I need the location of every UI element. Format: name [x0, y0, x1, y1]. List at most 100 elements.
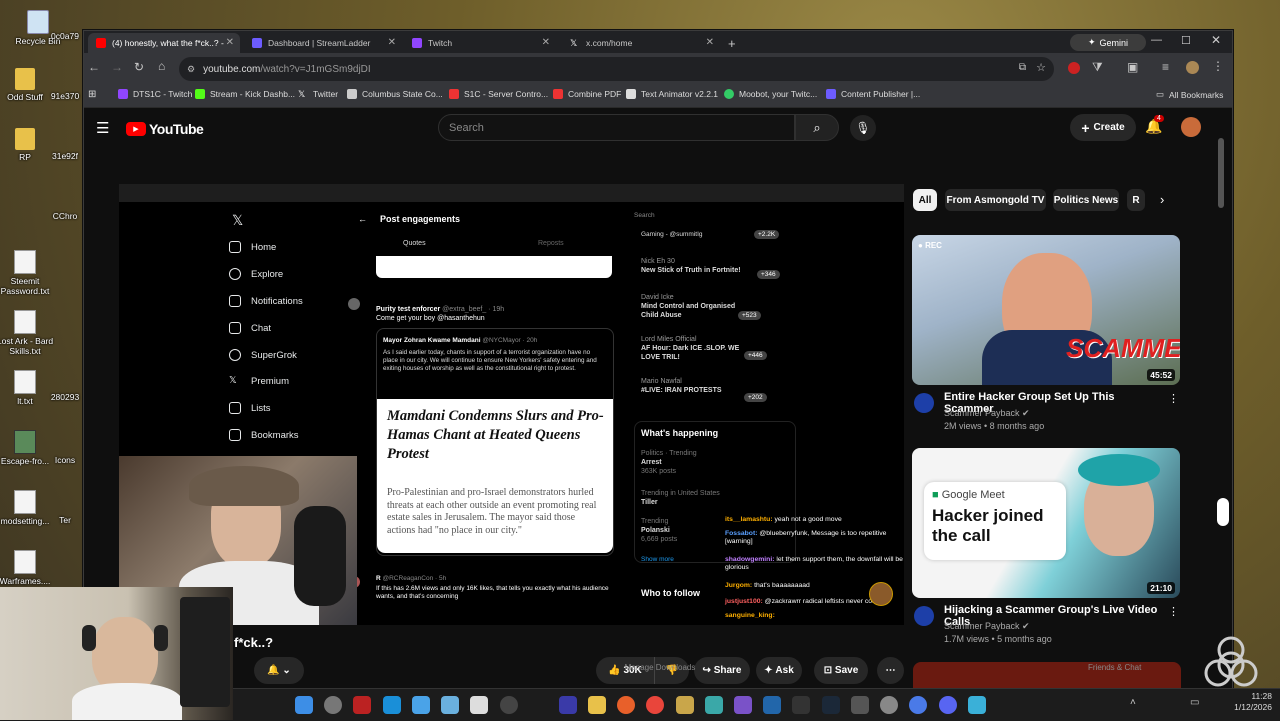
- site-info-icon[interactable]: ⚙: [187, 64, 195, 75]
- app-icon[interactable]: [851, 696, 869, 714]
- photos-icon[interactable]: [412, 696, 430, 714]
- chip-all[interactable]: All: [913, 189, 937, 211]
- bookmark-kick[interactable]: Stream - Kick Dashb...: [195, 89, 295, 99]
- tab-twitch[interactable]: Twitch ✕: [404, 33, 556, 53]
- extensions-puzzle-icon[interactable]: ⧩: [1092, 60, 1103, 75]
- tab-streamladder[interactable]: Dashboard | StreamLadder ✕: [244, 33, 402, 53]
- video-thumbnail[interactable]: ■ Google Meet Hacker joined the call 21:…: [912, 448, 1180, 598]
- firefox-icon[interactable]: [617, 696, 635, 714]
- channel-avatar[interactable]: [914, 606, 934, 626]
- bookmark-star-icon[interactable]: ☆: [1036, 61, 1046, 74]
- subscribe-bell-button[interactable]: 🔔 ⌄: [254, 657, 304, 684]
- file-explorer-icon[interactable]: [588, 696, 606, 714]
- all-bookmarks-button[interactable]: ▭ All Bookmarks: [1156, 89, 1223, 100]
- desktop-icon-warframes[interactable]: Warframes....: [0, 550, 60, 587]
- save-button[interactable]: ⊡ Save: [814, 657, 868, 684]
- voice-search-button[interactable]: 🎙: [850, 115, 876, 141]
- account-avatar[interactable]: [1181, 117, 1201, 137]
- bookmark-moobot[interactable]: Moobot, your Twitc...: [724, 89, 817, 99]
- more-actions-button[interactable]: ⋯: [877, 657, 904, 684]
- app-icon[interactable]: [676, 696, 694, 714]
- desktop-icon-lost-ark[interactable]: Lost Ark - Bard Skills.txt: [0, 310, 60, 357]
- video-player[interactable]: 𝕏 Home Explore Notifications Chat SuperG…: [119, 184, 904, 625]
- obs-icon[interactable]: [500, 696, 518, 714]
- more-options-icon[interactable]: ⋮: [1168, 605, 1179, 618]
- video-thumbnail[interactable]: SCAMMER ● REC 45:52: [912, 235, 1180, 385]
- bookmark-twitter[interactable]: 𝕏 Twitter: [298, 89, 338, 99]
- channel-name[interactable]: Scammer Payback ✔: [944, 408, 1030, 419]
- chrome-icon[interactable]: [646, 696, 664, 714]
- tab-youtube[interactable]: (4) honestly, what the f*ck..? - Y ✕: [88, 33, 240, 53]
- desktop-icon-steemit[interactable]: Steemit Password.txt: [0, 250, 60, 297]
- chip-from-asmongold[interactable]: From Asmongold TV: [945, 189, 1046, 211]
- start-windows-icon[interactable]: [295, 696, 313, 714]
- app-icon[interactable]: [792, 696, 810, 714]
- recommendation-card[interactable]: SCAMMER ● REC 45:52 Entire Hacker Group …: [912, 235, 1182, 435]
- app-icon[interactable]: [470, 696, 488, 714]
- steam-icon[interactable]: [822, 696, 840, 714]
- tray-chevron-up-icon[interactable]: ˄: [1130, 697, 1136, 708]
- edge-icon[interactable]: [383, 696, 401, 714]
- close-tab-icon[interactable]: ✕: [706, 37, 714, 48]
- notification-count-badge: 4: [1154, 115, 1164, 122]
- bookmark-columbus-state[interactable]: Columbus State Co...: [347, 89, 443, 99]
- app-icon[interactable]: [441, 696, 459, 714]
- close-window-button[interactable]: ✕: [1211, 33, 1221, 47]
- minimize-button[interactable]: —: [1151, 34, 1162, 46]
- chip-partial[interactable]: R: [1127, 189, 1145, 211]
- youtube-page: ☰ ▶ YouTube Search ⌕ 🎙 + Create 🔔 4 𝕏 Hom…: [84, 108, 1232, 688]
- more-options-icon[interactable]: ⋮: [1168, 392, 1179, 405]
- chip-politics-news[interactable]: Politics News: [1053, 189, 1119, 211]
- new-tab-button[interactable]: +: [720, 33, 740, 53]
- scrollbar-thumb[interactable]: [1218, 138, 1224, 208]
- back-arrow-icon[interactable]: ←: [88, 60, 100, 74]
- youtube-logo[interactable]: ▶ YouTube: [126, 121, 204, 137]
- ask-button[interactable]: ✦ Ask: [756, 657, 802, 684]
- maximize-button[interactable]: ☐: [1181, 34, 1191, 47]
- bookmark-dts1c[interactable]: DTS1C - Twitch: [118, 89, 192, 99]
- text-file-icon: [14, 490, 36, 514]
- embedded-browser-chrome: [119, 184, 904, 202]
- create-button[interactable]: + Create: [1070, 114, 1136, 141]
- app-icon[interactable]: [559, 696, 577, 714]
- media-controls-icon[interactable]: ≡: [1162, 60, 1169, 74]
- forward-arrow-icon[interactable]: →: [111, 60, 123, 74]
- browser-menu-icon[interactable]: ⋮: [1212, 59, 1224, 73]
- home-icon[interactable]: ⌂: [158, 59, 165, 73]
- extension-ublock-icon[interactable]: [1068, 62, 1080, 74]
- bookmark-text-animator[interactable]: Text Animator v2.2.1: [626, 89, 718, 99]
- gemini-button[interactable]: ✦ Gemini: [1070, 34, 1146, 51]
- close-tab-icon[interactable]: ✕: [388, 37, 396, 48]
- channel-name[interactable]: Scammer Payback ✔: [944, 621, 1030, 632]
- app-icon[interactable]: [705, 696, 723, 714]
- hamburger-menu-icon[interactable]: ☰: [96, 119, 109, 137]
- recommendation-card[interactable]: ■ Google Meet Hacker joined the call 21:…: [912, 448, 1182, 648]
- apps-grid-icon[interactable]: ⊞: [88, 89, 96, 100]
- app-icon[interactable]: [880, 696, 898, 714]
- search-input[interactable]: Search: [438, 114, 795, 141]
- install-app-icon[interactable]: ⧉: [1019, 62, 1026, 73]
- discord-icon[interactable]: [939, 696, 957, 714]
- profile-avatar[interactable]: [1186, 61, 1199, 74]
- search-button[interactable]: ⌕: [795, 114, 839, 141]
- address-bar[interactable]: ⚙ youtube.com/watch?v=J1mGSm9djDI ⧉ ☆: [179, 57, 1054, 81]
- side-widget[interactable]: [1217, 498, 1229, 526]
- app-icon[interactable]: [909, 696, 927, 714]
- bookmark-s1c-server[interactable]: S1C - Server Contro...: [449, 89, 548, 99]
- search-icon[interactable]: [324, 696, 342, 714]
- close-tab-icon[interactable]: ✕: [542, 37, 550, 48]
- app-icon[interactable]: [763, 696, 781, 714]
- sidebar-icon[interactable]: ▣: [1127, 60, 1138, 74]
- app-icon[interactable]: [353, 696, 371, 714]
- bookmark-content-publisher[interactable]: Content Publisher |...: [826, 89, 920, 99]
- channel-avatar[interactable]: [914, 393, 934, 413]
- chevron-right-icon[interactable]: ›: [1160, 192, 1164, 207]
- app-icon[interactable]: [734, 696, 752, 714]
- tab-x-home[interactable]: 𝕏 x.com/home ✕: [562, 33, 720, 53]
- app-icon[interactable]: [968, 696, 986, 714]
- reload-icon[interactable]: ↻: [134, 60, 144, 74]
- close-tab-icon[interactable]: ✕: [226, 37, 234, 48]
- video-meta: 1.7M views • 5 months ago: [944, 634, 1052, 644]
- search-icon: [229, 268, 241, 280]
- bookmark-combine-pdf[interactable]: Combine PDF: [553, 89, 621, 99]
